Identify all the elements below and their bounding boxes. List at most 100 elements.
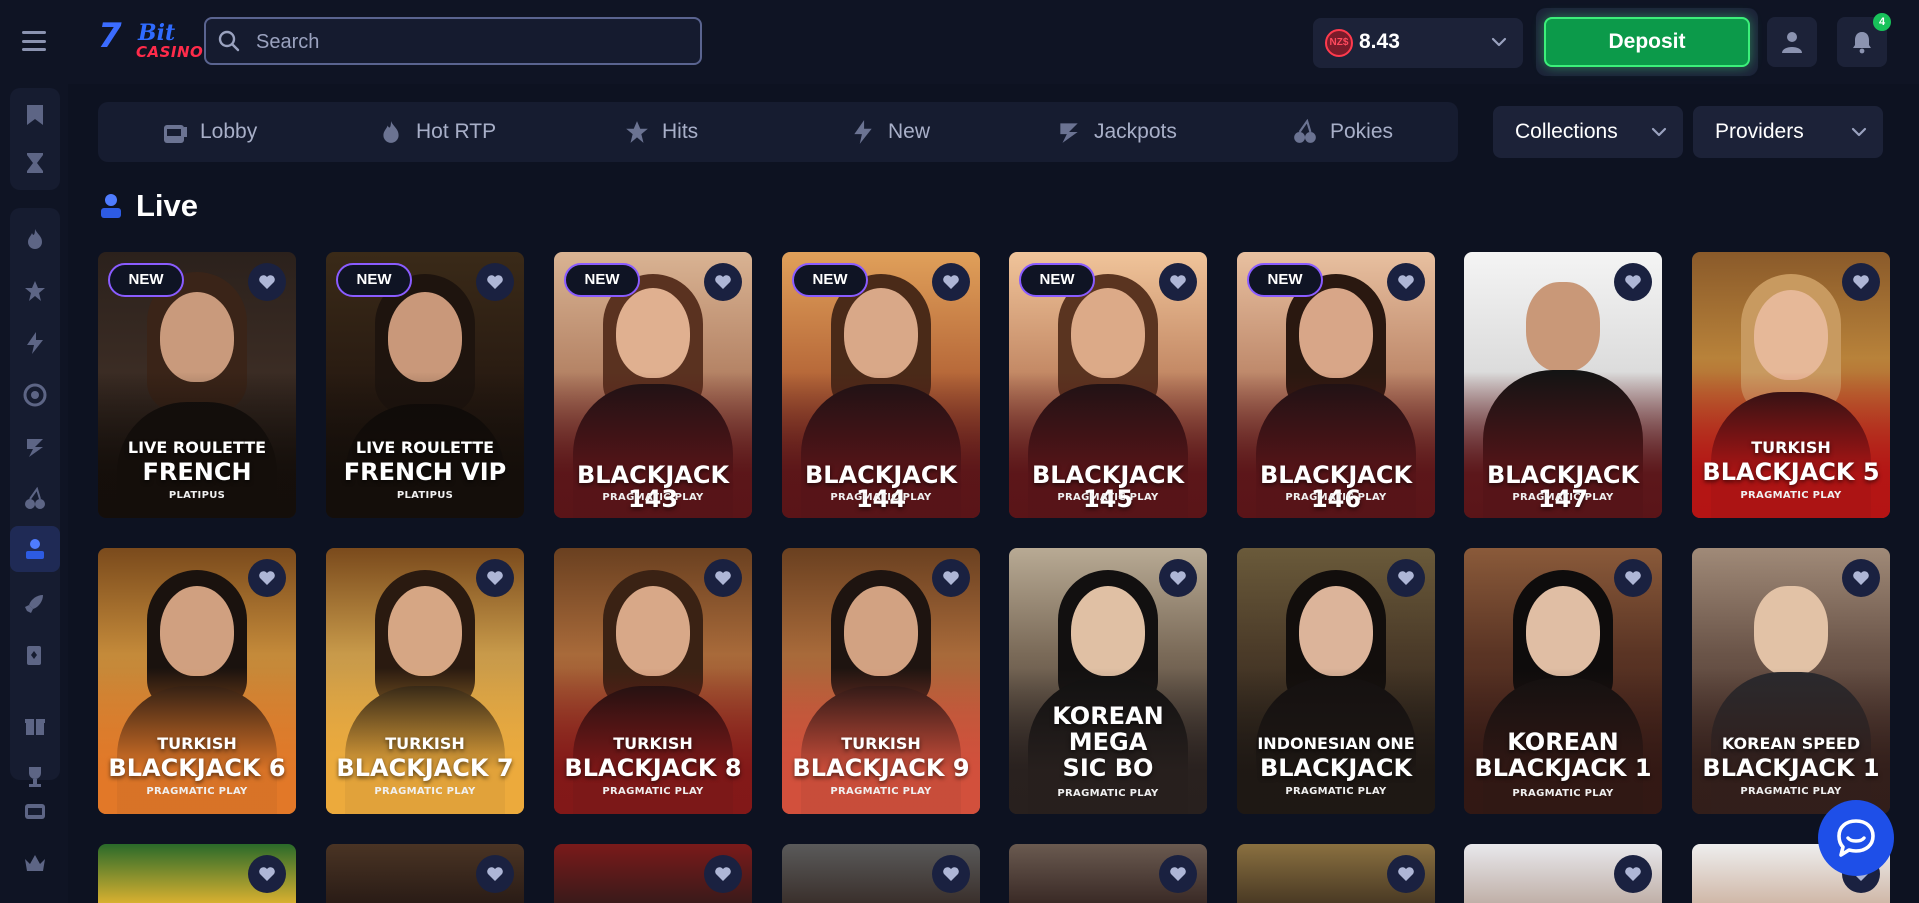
- game-title: BLACKJACK 5: [1702, 458, 1880, 486]
- sidebar-item-promotions[interactable]: [10, 702, 60, 748]
- heart-icon: [943, 571, 959, 585]
- game-card[interactable]: [98, 844, 296, 903]
- favorite-button[interactable]: [932, 559, 970, 597]
- favorite-button[interactable]: [248, 263, 286, 301]
- tab-hits[interactable]: Hits: [624, 102, 698, 162]
- game-card[interactable]: KOREAN MEGA SIC BO PRAGMATIC PLAY: [1009, 548, 1207, 814]
- favorite-button[interactable]: [1159, 263, 1197, 301]
- game-card[interactable]: NEW BLACKJACK 143 PRAGMATIC PLAY: [554, 252, 752, 518]
- game-card[interactable]: [326, 844, 524, 903]
- tab-lobby[interactable]: Lobby: [162, 102, 257, 162]
- game-card[interactable]: NEW BLACKJACK 146 PRAGMATIC PLAY: [1237, 252, 1435, 518]
- sidebar-item-jackpots[interactable]: [10, 424, 60, 470]
- game-card[interactable]: INDONESIAN ONE BLACKJACK PRAGMATIC PLAY: [1237, 548, 1435, 814]
- heart-icon: [1398, 571, 1414, 585]
- section-header: Live: [98, 186, 198, 226]
- sidebar-item-target[interactable]: [10, 372, 60, 418]
- heart-icon: [1625, 867, 1641, 881]
- collections-dropdown[interactable]: Collections: [1493, 106, 1683, 158]
- cherries-icon: [25, 487, 45, 509]
- game-card[interactable]: TURKISH BLACKJACK 8 PRAGMATIC PLAY: [554, 548, 752, 814]
- game-provider: PRAGMATIC PLAY: [146, 786, 248, 797]
- deposit-button[interactable]: Deposit: [1544, 17, 1750, 67]
- game-card[interactable]: [782, 844, 980, 903]
- providers-dropdown[interactable]: Providers: [1693, 106, 1883, 158]
- favorite-button[interactable]: [1614, 855, 1652, 893]
- tab-jackpots-label: Jackpots: [1094, 120, 1177, 143]
- game-card[interactable]: NEW BLACKJACK 145 PRAGMATIC PLAY: [1009, 252, 1207, 518]
- game-card[interactable]: [1464, 844, 1662, 903]
- favorite-button[interactable]: [1614, 263, 1652, 301]
- game-card[interactable]: KOREAN BLACKJACK 1 PRAGMATIC PLAY: [1464, 548, 1662, 814]
- favorite-button[interactable]: [1387, 263, 1425, 301]
- tab-pokies-label: Pokies: [1330, 120, 1394, 143]
- sidebar-item-favorites[interactable]: [10, 92, 60, 138]
- live-dealer-icon: [101, 194, 121, 218]
- favorite-button[interactable]: [704, 855, 742, 893]
- game-card[interactable]: NEW LIVE ROULETTE FRENCH PLATIPUS: [98, 252, 296, 518]
- game-title: BLACKJACK 1: [1702, 754, 1880, 782]
- tab-new[interactable]: New: [850, 102, 930, 162]
- game-card[interactable]: TURKISH BLACKJACK 9 PRAGMATIC PLAY: [782, 548, 980, 814]
- menu-hamburger-icon[interactable]: [22, 31, 46, 51]
- game-title: BLACKJACK 143: [576, 461, 730, 513]
- game-provider: PRAGMATIC PLAY: [1512, 788, 1614, 799]
- site-logo[interactable]: 7 Bit CASINO: [98, 16, 203, 68]
- profile-button[interactable]: [1767, 17, 1817, 67]
- favorite-button[interactable]: [476, 559, 514, 597]
- game-card[interactable]: [554, 844, 752, 903]
- game-card[interactable]: [1009, 844, 1207, 903]
- sidebar-item-vip[interactable]: [10, 840, 60, 886]
- favorite-button[interactable]: [704, 263, 742, 301]
- game-card[interactable]: [1237, 844, 1435, 903]
- live-chat-button[interactable]: [1818, 800, 1894, 876]
- favorite-button[interactable]: [1387, 855, 1425, 893]
- tab-hits-label: Hits: [662, 120, 699, 143]
- sidebar-item-pokies[interactable]: [10, 476, 60, 522]
- notifications-button[interactable]: 4: [1837, 13, 1891, 67]
- sidebar-item-hot[interactable]: [10, 216, 60, 262]
- favorite-button[interactable]: [932, 263, 970, 301]
- gift-icon: [25, 719, 45, 735]
- sidebar-item-recent[interactable]: [10, 140, 60, 186]
- favorite-button[interactable]: [1842, 559, 1880, 597]
- game-card[interactable]: NEW LIVE ROULETTE FRENCH VIP PLATIPUS: [326, 252, 524, 518]
- game-title-top: LIVE ROULETTE: [127, 438, 267, 457]
- favorite-button[interactable]: [1842, 263, 1880, 301]
- favorite-button[interactable]: [932, 855, 970, 893]
- tab-hot-rtp[interactable]: Hot RTP: [378, 102, 496, 162]
- lightning-icon: [27, 332, 43, 354]
- favorite-button[interactable]: [1159, 559, 1197, 597]
- sidebar-item-table-games[interactable]: [10, 632, 60, 678]
- sidebar-item-hits[interactable]: [10, 268, 60, 314]
- game-card[interactable]: BLACKJACK 147 PRAGMATIC PLAY: [1464, 252, 1662, 518]
- game-title: BLACKJACK 146: [1259, 461, 1413, 513]
- balance-selector[interactable]: NZ$ 8.43: [1313, 18, 1523, 68]
- favorite-button[interactable]: [476, 263, 514, 301]
- favorite-button[interactable]: [248, 559, 286, 597]
- sidebar-item-live[interactable]: [10, 526, 60, 572]
- game-card[interactable]: KOREAN SPEED BLACKJACK 1 PRAGMATIC PLAY: [1692, 548, 1890, 814]
- favorite-button[interactable]: [704, 559, 742, 597]
- sidebar-item-crash[interactable]: [10, 580, 60, 626]
- tab-jackpots[interactable]: Jackpots: [1056, 102, 1177, 162]
- tab-pokies[interactable]: Pokies: [1292, 102, 1393, 162]
- chevron-down-icon: [1491, 37, 1507, 47]
- collections-label: Collections: [1515, 120, 1618, 143]
- favorite-button[interactable]: [248, 855, 286, 893]
- game-provider: PRAGMATIC PLAY: [374, 786, 476, 797]
- search-input[interactable]: [254, 19, 688, 65]
- favorite-button[interactable]: [1614, 559, 1652, 597]
- game-card[interactable]: NEW BLACKJACK 144 PRAGMATIC PLAY: [782, 252, 980, 518]
- sidebar-item-new[interactable]: [10, 320, 60, 366]
- sidebar-item-slots[interactable]: [10, 788, 60, 834]
- game-title-top: TURKISH: [1751, 438, 1831, 457]
- favorite-button[interactable]: [1387, 559, 1425, 597]
- search-box[interactable]: [204, 17, 702, 65]
- game-card[interactable]: TURKISH BLACKJACK 5 PRAGMATIC PLAY: [1692, 252, 1890, 518]
- game-card[interactable]: TURKISH BLACKJACK 6 PRAGMATIC PLAY: [98, 548, 296, 814]
- game-card[interactable]: TURKISH BLACKJACK 7 PRAGMATIC PLAY: [326, 548, 524, 814]
- sidebar-item-tournaments[interactable]: [10, 754, 60, 787]
- favorite-button[interactable]: [476, 855, 514, 893]
- favorite-button[interactable]: [1159, 855, 1197, 893]
